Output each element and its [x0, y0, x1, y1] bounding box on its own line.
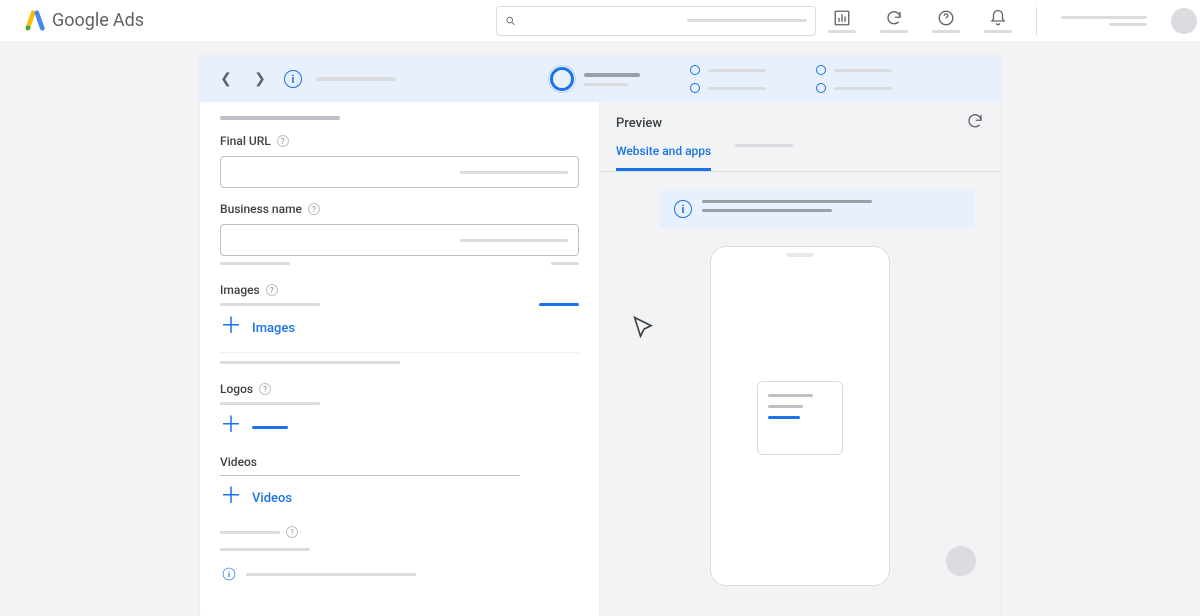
help-icon[interactable]: ?: [277, 135, 289, 147]
reports-icon: [833, 9, 851, 27]
global-search[interactable]: [496, 6, 816, 36]
google-ads-logo-icon: [24, 10, 46, 32]
notifications-button[interactable]: [984, 9, 1012, 33]
step-dot-icon: [690, 83, 700, 93]
add-logos-button[interactable]: ＋: [220, 417, 288, 437]
final-url-label: Final URL ?: [220, 134, 579, 148]
info-icon: i: [223, 568, 236, 581]
phone-notch: [786, 253, 814, 257]
step-back-button[interactable]: ❮: [216, 69, 236, 89]
floating-action[interactable]: [946, 546, 976, 576]
divider: [1036, 7, 1037, 35]
preview-refresh-button[interactable]: [966, 112, 984, 134]
step-dot-icon: [816, 83, 826, 93]
tab-website-apps[interactable]: Website and apps: [616, 144, 711, 171]
preview-notice: i: [660, 190, 974, 228]
help-icon[interactable]: ?: [259, 383, 271, 395]
add-videos-button[interactable]: ＋ Videos: [220, 488, 292, 508]
logo-text-google: Google: [52, 10, 109, 31]
step-ring-icon: [550, 67, 574, 91]
step-group-2: [816, 65, 892, 93]
step-dot-icon: [690, 65, 700, 75]
breadcrumb-skeleton: [316, 77, 396, 81]
help-icon[interactable]: ?: [308, 203, 320, 215]
refresh-icon: [966, 112, 984, 130]
ad-card: [757, 381, 843, 455]
help-button[interactable]: [932, 9, 960, 33]
step-forward-button[interactable]: ❯: [250, 69, 270, 89]
phone-preview: [710, 246, 890, 586]
refresh-button[interactable]: [880, 9, 908, 33]
step-dot-icon: [816, 65, 826, 75]
workspace: ❮ ❯ i Final URL ?: [200, 56, 1000, 616]
search-input[interactable]: [524, 14, 679, 28]
app-bar: Google Ads: [0, 0, 1200, 42]
tab-other[interactable]: [735, 144, 793, 171]
logo-text-ads: Ads: [113, 10, 144, 31]
form-panel: Final URL ? Business name ? Images: [200, 102, 600, 616]
refresh-icon: [885, 9, 903, 27]
help-icon[interactable]: ?: [286, 526, 298, 538]
account-switcher[interactable]: [1061, 16, 1147, 26]
videos-label: Videos: [220, 455, 579, 469]
step-group-1: [690, 65, 766, 93]
final-url-input[interactable]: [231, 165, 460, 179]
stepper-bar: ❮ ❯ i: [200, 56, 1000, 102]
business-name-label: Business name ?: [220, 202, 579, 216]
add-images-button[interactable]: ＋ Images: [220, 318, 295, 338]
plus-icon: ＋: [220, 486, 242, 508]
info-icon: i: [674, 200, 692, 218]
logos-label: Logos ?: [220, 382, 579, 396]
business-name-input-wrap[interactable]: [220, 224, 579, 256]
preview-tabs: Website and apps: [600, 134, 1000, 172]
business-name-input[interactable]: [231, 233, 460, 247]
final-url-input-wrap[interactable]: [220, 156, 579, 188]
reports-button[interactable]: [828, 9, 856, 33]
avatar[interactable]: [1171, 8, 1197, 34]
help-icon: [937, 9, 955, 27]
preview-panel: Preview Website and apps i: [600, 102, 1000, 616]
bell-icon: [989, 9, 1007, 27]
section-intro-skeleton: [220, 116, 340, 120]
images-label: Images ?: [220, 283, 579, 297]
info-icon[interactable]: i: [284, 70, 302, 88]
preview-title: Preview: [616, 116, 662, 131]
plus-icon: ＋: [220, 316, 242, 338]
step-current: [550, 67, 640, 91]
search-placeholder-skeleton: [687, 19, 807, 22]
product-logo[interactable]: Google Ads: [24, 10, 144, 32]
help-icon[interactable]: ?: [266, 284, 278, 296]
search-icon: [505, 14, 516, 28]
business-name-hint: [220, 262, 579, 265]
cursor-icon: [630, 314, 658, 342]
plus-icon: ＋: [220, 415, 242, 437]
